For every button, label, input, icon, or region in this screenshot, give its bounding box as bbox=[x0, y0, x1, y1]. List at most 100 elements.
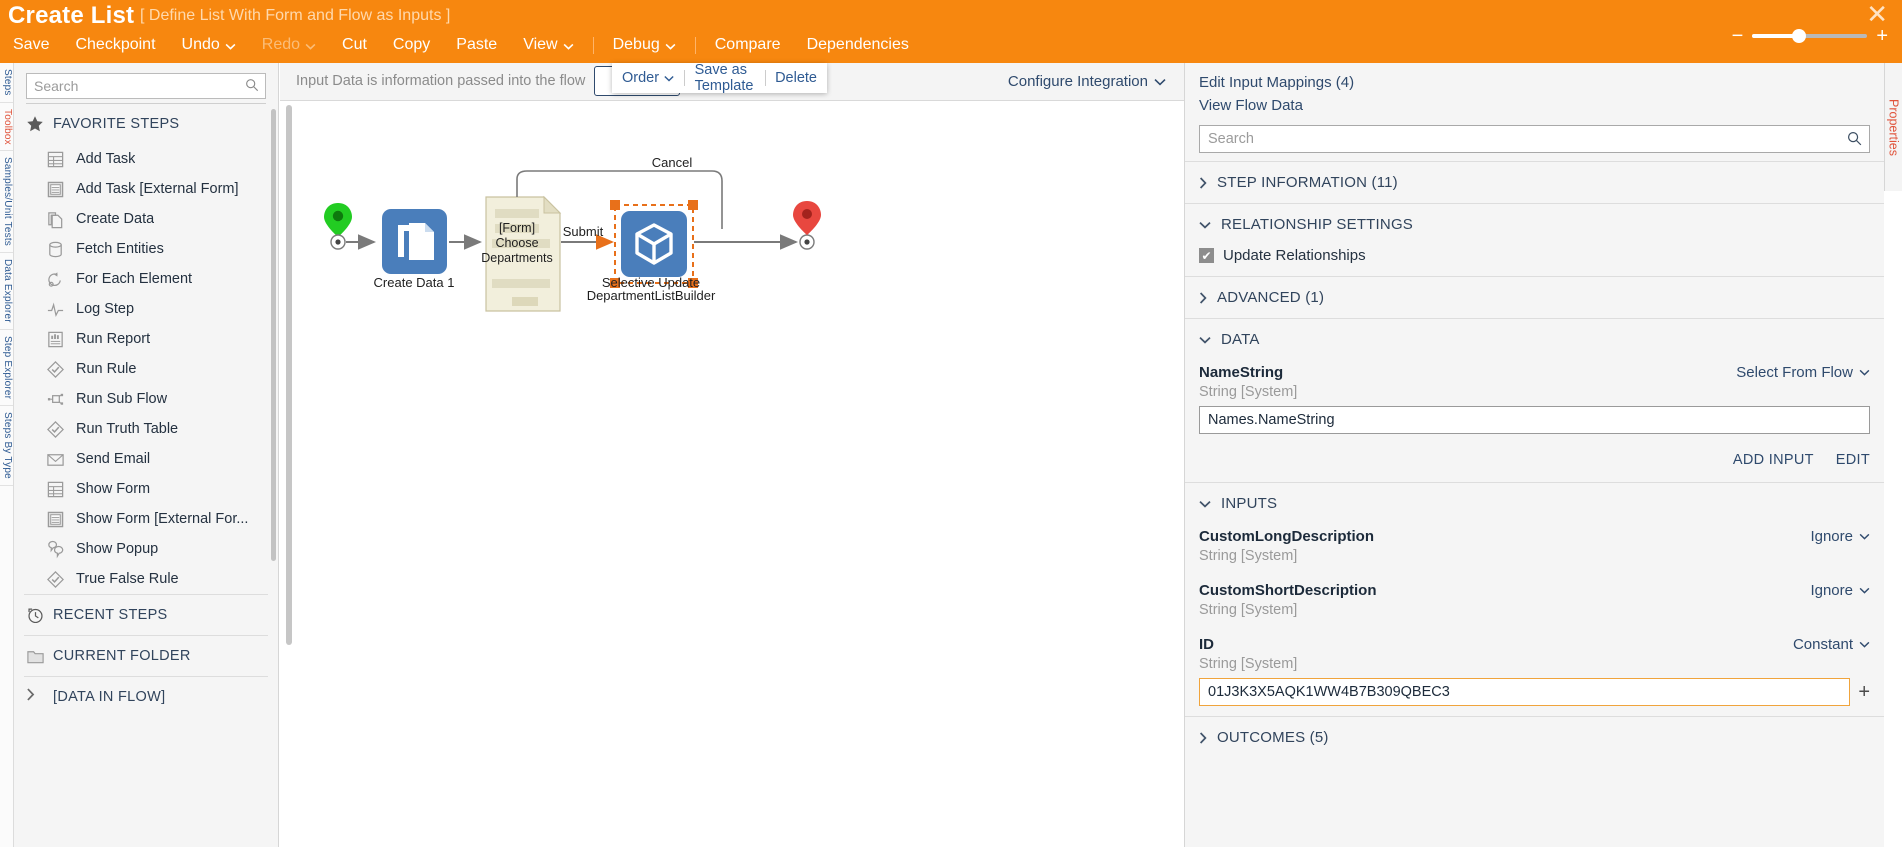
field-name: CustomLongDescription bbox=[1199, 528, 1374, 545]
sidebar-step-run-truth-table[interactable]: Run Truth Table bbox=[14, 414, 278, 444]
sidebar-step-show-popup[interactable]: Show Popup bbox=[14, 534, 278, 564]
sidebar-section-favorite-steps[interactable]: FAVORITE STEPS bbox=[14, 104, 278, 144]
chevron-down-icon bbox=[664, 75, 674, 82]
close-icon[interactable]: ✕ bbox=[1866, 1, 1888, 27]
sidebar-step-log-step[interactable]: Log Step bbox=[14, 294, 278, 324]
sidebar-step-label: Show Form [External For... bbox=[76, 511, 249, 527]
data-action-edit[interactable]: EDIT bbox=[1836, 452, 1870, 468]
zoom-control: − + bbox=[1732, 26, 1888, 46]
zoom-slider-knob[interactable] bbox=[1792, 29, 1807, 43]
vertical-tab-steps[interactable]: Steps bbox=[0, 63, 13, 103]
envelope-icon bbox=[46, 450, 65, 469]
form-icon bbox=[46, 180, 65, 199]
properties-tab[interactable]: Properties bbox=[1884, 63, 1902, 191]
menu-dependencies[interactable]: Dependencies bbox=[794, 36, 922, 54]
section-label: ADVANCED (1) bbox=[1217, 289, 1325, 306]
svg-text:DepartmentListBuilder: DepartmentListBuilder bbox=[587, 288, 716, 303]
field-mapping-dropdown[interactable]: Constant bbox=[1793, 636, 1870, 653]
menu-label: View bbox=[523, 36, 558, 53]
menu-view[interactable]: View bbox=[510, 36, 586, 54]
sidebar-step-send-email[interactable]: Send Email bbox=[14, 444, 278, 474]
menu-checkpoint[interactable]: Checkpoint bbox=[62, 36, 168, 54]
zoom-out-button[interactable]: − bbox=[1732, 26, 1744, 46]
vertical-tab-toolbox[interactable]: Toolbox bbox=[0, 103, 13, 152]
vertical-tab-samples-unit-tests[interactable]: Samples/Unit Tests bbox=[0, 151, 13, 254]
properties-search-input[interactable] bbox=[1199, 125, 1870, 153]
favorite-steps-list: Add Task Add Task [External Form] Create… bbox=[14, 144, 278, 594]
view-flow-data-link[interactable]: View Flow Data bbox=[1185, 94, 1884, 117]
sidebar-step-show-form[interactable]: Show Form bbox=[14, 474, 278, 504]
menu-item-order-label: Order bbox=[622, 70, 660, 86]
top-bar: Create List [ Define List With Form and … bbox=[0, 0, 1902, 63]
sidebar-step-add-task-external-form[interactable]: Add Task [External Form] bbox=[14, 174, 278, 204]
menu-item-save-as-template[interactable]: Save as Template bbox=[685, 62, 765, 94]
flow-diagram-canvas[interactable]: [Form] Choose Departments Submit Cancel … bbox=[280, 101, 1184, 847]
sidebar-section-label: CURRENT FOLDER bbox=[53, 648, 191, 664]
section-data[interactable]: DATA bbox=[1185, 318, 1884, 360]
sidebar-scrollbar[interactable] bbox=[271, 109, 276, 561]
data-action-add-input[interactable]: ADD INPUT bbox=[1733, 452, 1814, 468]
section-advanced[interactable]: ADVANCED (1) bbox=[1185, 276, 1884, 318]
chevron-down-icon bbox=[1199, 221, 1211, 229]
section-relationship-settings[interactable]: RELATIONSHIP SETTINGS bbox=[1185, 203, 1884, 245]
edit-input-mappings-link[interactable]: Edit Input Mappings (4) bbox=[1185, 71, 1884, 94]
sidebar-step-label: For Each Element bbox=[76, 271, 193, 287]
section-step-information[interactable]: STEP INFORMATION (11) bbox=[1185, 161, 1884, 203]
sidebar-section-recent-steps[interactable]: RECENT STEPS bbox=[14, 595, 278, 635]
zoom-in-button[interactable]: + bbox=[1876, 26, 1888, 46]
configure-integration-button[interactable]: Configure Integration bbox=[1008, 73, 1166, 90]
add-value-icon[interactable]: + bbox=[1858, 682, 1870, 702]
search-input[interactable] bbox=[26, 73, 266, 99]
vertical-tab-data-explorer[interactable]: Data Explorer bbox=[0, 253, 13, 331]
page-title: Create List bbox=[8, 2, 135, 29]
vertical-tab-step-explorer[interactable]: Step Explorer bbox=[0, 330, 13, 407]
menu-redo[interactable]: Redo bbox=[249, 36, 329, 54]
sidebar-step-show-form-external-for[interactable]: Show Form [External For... bbox=[14, 504, 278, 534]
flow-diagram: [Form] Choose Departments Submit Cancel … bbox=[324, 155, 821, 312]
field-value-input[interactable] bbox=[1199, 406, 1870, 434]
field-mapping-dropdown[interactable]: Ignore bbox=[1810, 528, 1870, 545]
menu-item-delete[interactable]: Delete bbox=[765, 63, 827, 93]
sidebar-section-data-in-flow[interactable]: [DATA IN FLOW] bbox=[14, 677, 278, 717]
sidebar-step-run-sub-flow[interactable]: Run Sub Flow bbox=[14, 384, 278, 414]
sidebar-step-label: Send Email bbox=[76, 451, 151, 467]
menu-undo[interactable]: Undo bbox=[169, 36, 249, 54]
section-inputs[interactable]: INPUTS bbox=[1185, 482, 1884, 524]
svg-text:Choose: Choose bbox=[495, 236, 538, 250]
sidebar-step-fetch-entities[interactable]: Fetch Entities bbox=[14, 234, 278, 264]
sidebar-step-add-task[interactable]: Add Task bbox=[14, 144, 278, 174]
sidebar-step-for-each-element[interactable]: For Each Element bbox=[14, 264, 278, 294]
menu-cut[interactable]: Cut bbox=[329, 36, 380, 54]
data-fields: NameString Select From Flow String [System… bbox=[1185, 360, 1884, 444]
field-value-input[interactable] bbox=[1199, 678, 1851, 706]
field-mapping-dropdown[interactable]: Ignore bbox=[1810, 582, 1870, 599]
field-type: String [System] bbox=[1199, 602, 1298, 618]
field-mapping-dropdown[interactable]: Select From Flow bbox=[1736, 364, 1870, 381]
sidebar-section-label: FAVORITE STEPS bbox=[53, 116, 180, 132]
menu-save[interactable]: Save bbox=[0, 36, 62, 54]
chevron-down-icon bbox=[225, 43, 236, 50]
sidebar-step-create-data[interactable]: Create Data bbox=[14, 204, 278, 234]
page-subtitle: [ Define List With Form and Flow as Inpu… bbox=[140, 7, 451, 24]
sidebar-step-run-report[interactable]: Run Report bbox=[14, 324, 278, 354]
section-outcomes[interactable]: OUTCOMES (5) bbox=[1185, 716, 1884, 758]
menu-compare[interactable]: Compare bbox=[702, 36, 794, 54]
menu-paste[interactable]: Paste bbox=[443, 36, 510, 54]
vertical-tab-steps-by-type[interactable]: Steps By Type bbox=[0, 406, 13, 487]
loop-icon bbox=[46, 270, 65, 289]
menu-debug[interactable]: Debug bbox=[600, 36, 689, 54]
menu-label: Redo bbox=[261, 36, 301, 53]
menu-copy[interactable]: Copy bbox=[380, 36, 443, 54]
data-action-row: ADD INPUT EDIT bbox=[1199, 444, 1870, 472]
zoom-slider[interactable] bbox=[1752, 29, 1868, 43]
checkbox-update-relationships[interactable]: ✔ bbox=[1199, 248, 1214, 263]
field-name: ID bbox=[1199, 636, 1214, 653]
update-relationships-row[interactable]: ✔ Update Relationships bbox=[1185, 245, 1884, 276]
sidebar-section-current-folder[interactable]: CURRENT FOLDER bbox=[14, 636, 278, 676]
subflow-icon bbox=[46, 390, 65, 409]
sidebar-step-true-false-rule[interactable]: True False Rule bbox=[14, 564, 278, 594]
field-name: CustomShortDescription bbox=[1199, 582, 1377, 599]
menu-item-order[interactable]: Order bbox=[612, 63, 684, 93]
sidebar-step-run-rule[interactable]: Run Rule bbox=[14, 354, 278, 384]
field-namestring: NameString Select From Flow String [System… bbox=[1199, 360, 1870, 434]
